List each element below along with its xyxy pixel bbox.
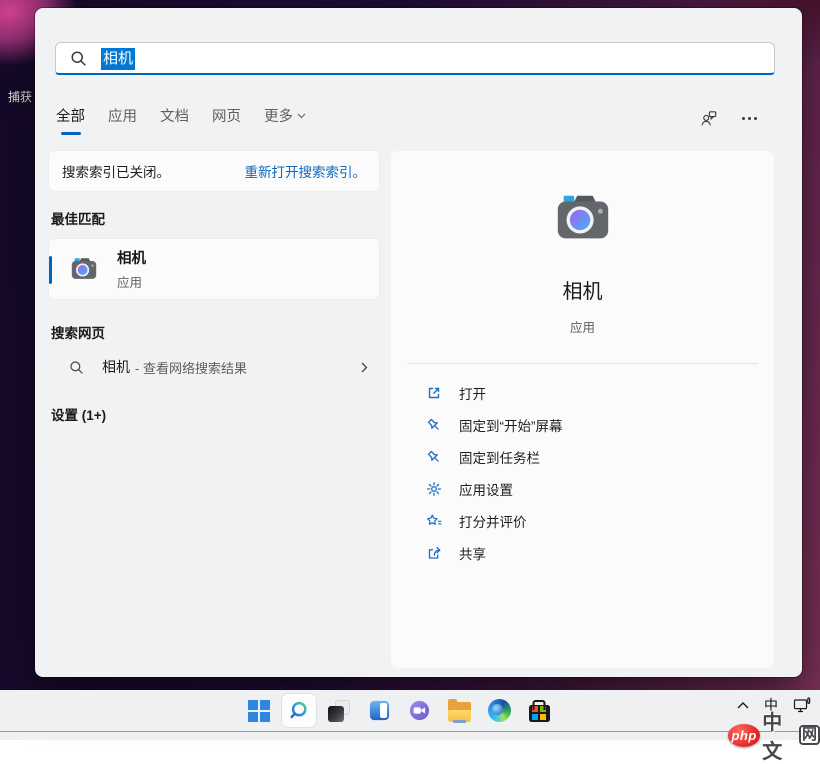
widgets-button[interactable] (359, 690, 399, 731)
chat-icon (408, 699, 431, 722)
watermark-php-badge: php (728, 724, 760, 747)
web-search-description: - 查看网络搜索结果 (135, 358, 247, 377)
section-search-web: 搜索网页 (48, 322, 380, 342)
camera-app-icon-large (552, 187, 614, 249)
desktop-shortcut-label[interactable]: 捕获 (8, 88, 35, 105)
open-external-icon (426, 385, 442, 401)
action-rate-review[interactable]: 打分并评价 (391, 505, 774, 537)
tab-all[interactable]: 全部 (56, 105, 85, 135)
star-rate-icon (426, 513, 442, 529)
windows-logo-icon (248, 700, 270, 722)
app-preview-pane: 相机 应用 打开 固定到“开始”屏幕 固定到任务栏 (390, 150, 775, 669)
task-view-icon (328, 700, 350, 722)
best-match-title: 相机 (117, 247, 146, 268)
banner-message: 搜索索引已关闭。 (62, 161, 170, 181)
action-open[interactable]: 打开 (391, 377, 774, 409)
action-share[interactable]: 共享 (391, 537, 774, 569)
more-options-icon[interactable] (741, 116, 758, 121)
search-icon (70, 50, 87, 67)
action-app-settings[interactable]: 应用设置 (391, 473, 774, 505)
gear-icon (426, 481, 442, 497)
selection-accent-bar (49, 256, 52, 284)
widgets-icon (368, 699, 391, 722)
search-input[interactable]: 相机 (55, 42, 775, 75)
pin-icon (426, 449, 442, 465)
start-button[interactable] (239, 690, 279, 731)
chat-button[interactable] (399, 690, 439, 731)
search-icon (69, 360, 84, 375)
preview-app-type: 应用 (570, 317, 595, 336)
search-filter-tabs: 全部 应用 文档 网页 更多 (56, 105, 306, 135)
divider (407, 363, 758, 364)
search-index-banner: 搜索索引已关闭。 重新打开搜索索引。 (48, 150, 380, 192)
action-pin-to-start[interactable]: 固定到“开始”屏幕 (391, 409, 774, 441)
edge-icon (488, 699, 511, 722)
search-flyout-panel: 相机 全部 应用 文档 网页 更多 搜索索引已关闭。 重新打开搜索索引。 最佳匹… (35, 8, 802, 677)
chevron-right-icon (361, 362, 368, 373)
tab-documents[interactable]: 文档 (160, 105, 189, 135)
watermark-text: 中文 (762, 706, 798, 764)
taskbar-search-button[interactable] (279, 690, 319, 731)
reopen-index-link[interactable]: 重新打开搜索索引。 (245, 161, 367, 181)
preview-app-name: 相机 (563, 275, 603, 304)
search-query-selected-text: 相机 (101, 48, 135, 70)
section-settings: 设置 (1+) (48, 404, 380, 424)
screenshot-margin (0, 732, 820, 740)
tab-more[interactable]: 更多 (264, 105, 306, 135)
folder-icon (448, 702, 471, 722)
best-match-result-camera[interactable]: 相机 应用 (48, 238, 380, 300)
search-icon (287, 699, 311, 723)
microsoft-store-icon (529, 705, 550, 722)
web-search-query: 相机 (102, 357, 130, 377)
file-explorer-button[interactable] (439, 690, 479, 731)
tab-web[interactable]: 网页 (212, 105, 241, 135)
taskbar: 中 (0, 690, 820, 731)
web-search-result-row[interactable]: 相机 - 查看网络搜索结果 (48, 348, 380, 386)
chevron-down-icon (297, 113, 306, 119)
tab-apps[interactable]: 应用 (108, 105, 137, 135)
store-button[interactable] (519, 690, 559, 731)
task-view-button[interactable] (319, 690, 359, 731)
camera-app-icon (69, 254, 99, 284)
pin-icon (426, 417, 442, 433)
section-best-match: 最佳匹配 (48, 208, 380, 228)
best-match-type: 应用 (117, 272, 146, 291)
edge-button[interactable] (479, 690, 519, 731)
php-chinese-site-watermark: php 中文 网 (728, 706, 820, 764)
watermark-net-box: 网 (799, 725, 820, 746)
action-pin-to-taskbar[interactable]: 固定到任务栏 (391, 441, 774, 473)
user-feedback-icon[interactable] (699, 109, 718, 128)
share-icon (426, 545, 442, 561)
